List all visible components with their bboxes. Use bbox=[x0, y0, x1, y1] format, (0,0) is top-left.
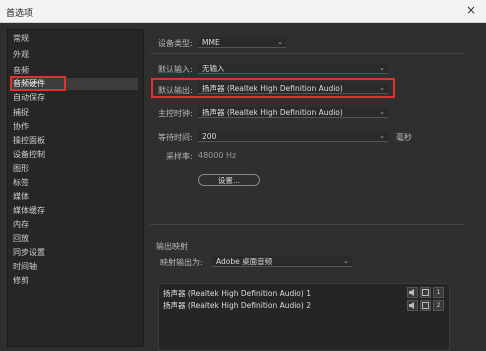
sidebar-item-labels[interactable]: 标签 bbox=[13, 177, 29, 189]
sidebar-item-playback[interactable]: 回放 bbox=[13, 233, 29, 245]
list-item[interactable]: 扬声器 (Realtek High Definition Audio) 2 bbox=[163, 300, 311, 311]
sidebar-item-trim[interactable]: 修剪 bbox=[13, 275, 29, 287]
latency-select[interactable]: 200 ⌄ bbox=[198, 131, 388, 142]
output-mapping-panel: 输出映射 映射输出为: Adobe 桌面音频 ⌄ 扬声器 (Realtek Hi… bbox=[150, 235, 470, 351]
map-to-select[interactable]: Adobe 桌面音频 ⌄ bbox=[212, 256, 352, 267]
device-type-label: 设备类型: bbox=[158, 39, 193, 48]
default-input-label: 默认输入: bbox=[158, 65, 193, 74]
expand-icon[interactable] bbox=[420, 287, 431, 298]
sidebar-item-capture[interactable]: 捕捉 bbox=[13, 107, 29, 119]
latency-value: 200 bbox=[202, 132, 217, 141]
sidebar: 常规 外观 音频 音频硬件 自动保存 捕捉 协作 操控面板 设备控制 图形 标签… bbox=[7, 29, 144, 347]
sidebar-item-autosave[interactable]: 自动保存 bbox=[13, 92, 45, 104]
default-input-select[interactable]: 无输入 ⌄ bbox=[198, 63, 388, 74]
divider bbox=[150, 224, 464, 225]
settings-button[interactable]: 设置... bbox=[198, 174, 260, 186]
preferences-body: 常规 外观 音频 音频硬件 自动保存 捕捉 协作 操控面板 设备控制 图形 标签… bbox=[0, 23, 486, 351]
channel-number-badge: 2 bbox=[433, 300, 444, 311]
sidebar-item-sync-settings[interactable]: 同步设置 bbox=[13, 247, 45, 259]
sidebar-item-media[interactable]: 媒体 bbox=[13, 191, 29, 203]
sidebar-item-media-cache[interactable]: 媒体缓存 bbox=[13, 205, 45, 217]
map-to-label: 映射输出为: bbox=[160, 258, 203, 267]
divider bbox=[150, 53, 464, 54]
default-output-label: 默认输出: bbox=[158, 86, 193, 95]
sample-rate-label: 采样率: bbox=[166, 152, 193, 161]
speaker-icon[interactable] bbox=[407, 287, 418, 298]
audio-hardware-panel: 设备类型: MME ⌄ 默认输入: 无输入 ⌄ 默认输出: 扬声器 (Realt… bbox=[150, 29, 464, 239]
device-type-value: MME bbox=[202, 38, 220, 47]
default-input-value: 无输入 bbox=[202, 64, 225, 73]
close-icon[interactable]: × bbox=[462, 2, 480, 18]
speaker-icon[interactable] bbox=[407, 300, 418, 311]
latency-label: 等待时间: bbox=[158, 133, 193, 142]
master-clock-select[interactable]: 扬声器 (Realtek High Definition Audio) ⌄ bbox=[198, 107, 388, 118]
sidebar-item-memory[interactable]: 内存 bbox=[13, 219, 29, 231]
chevron-down-icon: ⌄ bbox=[277, 38, 283, 46]
chevron-down-icon: ⌄ bbox=[379, 84, 385, 92]
title-bar: 首选项 × bbox=[0, 0, 486, 23]
highlight-box-sidebar bbox=[10, 76, 66, 91]
latency-unit: 毫秒 bbox=[396, 133, 412, 142]
sidebar-item-collaboration[interactable]: 协作 bbox=[13, 121, 29, 133]
master-clock-label: 主控时钟: bbox=[158, 109, 193, 118]
expand-icon[interactable] bbox=[420, 300, 431, 311]
sidebar-item-appearance[interactable]: 外观 bbox=[13, 49, 29, 61]
chevron-down-icon: ⌄ bbox=[379, 108, 385, 116]
output-mapping-title: 输出映射 bbox=[156, 242, 188, 251]
sidebar-item-general[interactable]: 常规 bbox=[13, 33, 29, 45]
device-type-select[interactable]: MME ⌄ bbox=[198, 37, 286, 48]
default-output-value: 扬声器 (Realtek High Definition Audio) bbox=[202, 84, 343, 93]
chevron-down-icon: ⌄ bbox=[343, 257, 349, 265]
sidebar-item-device-control[interactable]: 设备控制 bbox=[13, 149, 45, 161]
sample-rate-value: 48000 Hz bbox=[198, 151, 237, 160]
master-clock-value: 扬声器 (Realtek High Definition Audio) bbox=[202, 108, 343, 117]
channel-number-badge: 1 bbox=[433, 287, 444, 298]
sidebar-item-graphics[interactable]: 图形 bbox=[13, 163, 29, 175]
chevron-down-icon: ⌄ bbox=[379, 132, 385, 140]
list-item[interactable]: 扬声器 (Realtek High Definition Audio) 1 bbox=[163, 288, 311, 299]
sidebar-item-control-surface[interactable]: 操控面板 bbox=[13, 135, 45, 147]
map-to-value: Adobe 桌面音频 bbox=[216, 257, 273, 266]
chevron-down-icon: ⌄ bbox=[379, 64, 385, 72]
output-channel-list: 扬声器 (Realtek High Definition Audio) 1 扬声… bbox=[158, 283, 450, 351]
window-title: 首选项 bbox=[6, 9, 34, 19]
sidebar-item-timeline[interactable]: 时间轴 bbox=[13, 261, 37, 273]
default-output-select[interactable]: 扬声器 (Realtek High Definition Audio) ⌄ bbox=[198, 83, 388, 94]
